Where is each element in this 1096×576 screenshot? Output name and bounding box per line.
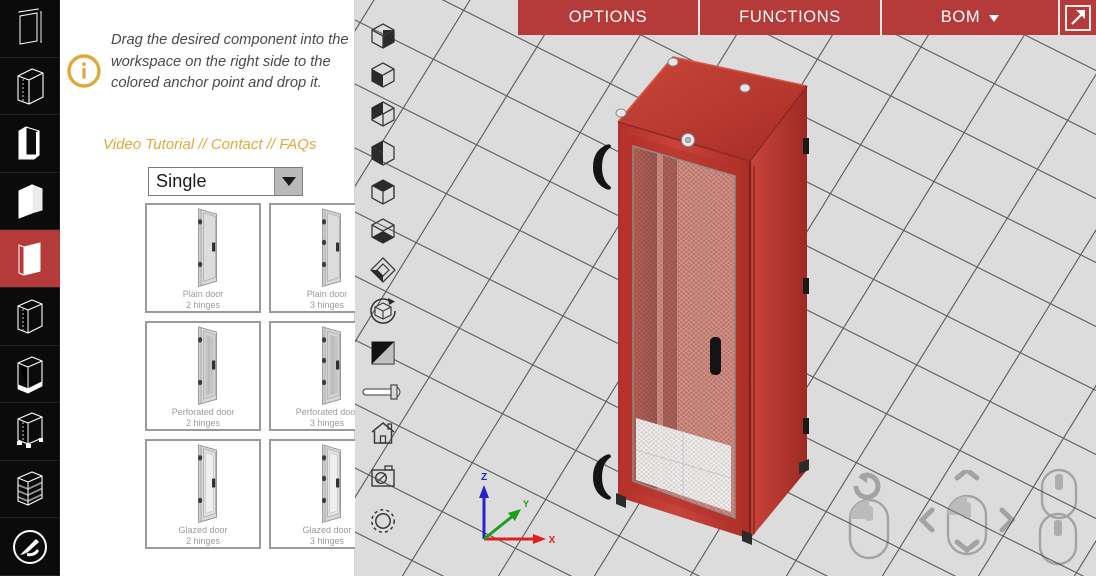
enclosure-body-icon <box>12 65 48 107</box>
rail-item-base-plinth[interactable] <box>0 346 60 404</box>
screenshot-camera-icon[interactable] <box>360 455 406 499</box>
door-variant-select-value: Single <box>156 171 207 191</box>
functions-button[interactable]: FUNCTIONS <box>700 0 882 35</box>
component-subtitle: 2 hinges <box>185 418 221 428</box>
rail-item-side-panel[interactable] <box>0 173 60 231</box>
component-card[interactable]: Plain door 2 hinges <box>145 203 261 313</box>
component-category-rail <box>0 0 60 576</box>
help-links: Video Tutorial // Contact // FAQs <box>103 136 316 153</box>
view-rear-left-cube-icon[interactable] <box>360 94 406 133</box>
rail-item-rear-panel[interactable] <box>0 288 60 346</box>
rail-item-dimensions-frame[interactable] <box>0 0 60 58</box>
options-button[interactable]: OPTIONS <box>518 0 700 35</box>
component-thumbnail-plain-2-hinge-icon <box>147 205 259 289</box>
link-separator-2: // <box>262 136 280 153</box>
rail-item-door[interactable] <box>0 230 60 288</box>
bom-button[interactable]: BOM <box>882 0 1060 35</box>
axis-label-x: X <box>549 535 556 546</box>
viewport-toolbar <box>360 16 406 543</box>
view-left-cube-icon[interactable] <box>360 133 406 172</box>
configurator-app: Drag the desired component into the work… <box>0 0 1096 576</box>
transparency-slider-icon[interactable] <box>360 372 406 411</box>
shelves-icon <box>12 468 48 510</box>
component-title: Perforated door <box>171 407 235 417</box>
view-front-right-cube-icon[interactable] <box>360 55 406 94</box>
finish-paint-icon <box>10 527 50 567</box>
mouse-pan-icon <box>918 470 1016 556</box>
component-thumbnail-perforated-2-hinge-icon <box>147 323 259 407</box>
base-plinth-icon <box>12 353 48 395</box>
open-frame-icon <box>12 122 48 164</box>
view-isometric-diamond-icon[interactable] <box>360 250 406 289</box>
rail-item-shelves[interactable] <box>0 461 60 519</box>
axis-label-y: Y <box>523 499 529 509</box>
rail-item-feet[interactable] <box>0 403 60 461</box>
component-title: Plain door <box>182 289 224 299</box>
rail-item-open-frame[interactable] <box>0 115 60 173</box>
expand-fullscreen-icon <box>1065 4 1091 31</box>
expand-fullscreen-button[interactable] <box>1060 0 1096 35</box>
settings-gear-icon[interactable] <box>360 499 406 543</box>
info-banner: Drag the desired component into the work… <box>65 30 355 95</box>
rear-panel-icon <box>12 295 48 337</box>
component-card[interactable]: Perforated door 2 hinges <box>145 321 261 431</box>
component-title: Glazed door <box>178 525 228 535</box>
feet-icon <box>12 410 48 452</box>
mouse-rotate-icon <box>848 472 890 560</box>
mouse-zoom-icon <box>1038 468 1078 566</box>
faqs-link[interactable]: FAQs <box>279 136 316 153</box>
component-card-caption: Glazed door 2 hinges <box>147 525 259 552</box>
view-top-cube-icon[interactable] <box>360 172 406 211</box>
rail-item-enclosure-body[interactable] <box>0 58 60 116</box>
video-tutorial-link[interactable]: Video Tutorial <box>103 136 194 153</box>
bom-label: BOM <box>940 8 981 26</box>
door-variant-select[interactable]: Single <box>148 167 303 196</box>
axis-gizmo: Z X Y <box>479 472 556 546</box>
component-thumbnail-glazed-2-hinge-icon <box>147 441 259 525</box>
component-subtitle: 2 hinges <box>185 300 221 310</box>
component-thumbnail-grid: Plain door 2 hinges Plain door 3 hinges Perf… <box>145 203 385 549</box>
component-panel: Drag the desired component into the work… <box>60 0 385 576</box>
dimensions-frame-icon <box>13 8 47 48</box>
component-subtitle: 2 hinges <box>185 536 221 546</box>
home-view-icon[interactable] <box>360 411 406 455</box>
component-card-caption: Plain door 2 hinges <box>147 289 259 316</box>
door-icon <box>12 238 48 280</box>
info-icon <box>65 52 103 95</box>
contact-link[interactable]: Contact <box>211 136 263 153</box>
3d-workspace[interactable]: Z X Y OPTIONS FUNCTIONS BOM <box>355 0 1096 576</box>
rotate-view-icon[interactable] <box>360 289 406 333</box>
component-card-caption: Perforated door 2 hinges <box>147 407 259 434</box>
chevron-down-icon <box>989 15 1000 22</box>
component-card[interactable]: Glazed door 2 hinges <box>145 439 261 549</box>
rail-item-finish-paint[interactable] <box>0 518 60 576</box>
view-front-left-cube-icon[interactable] <box>360 16 406 55</box>
axis-label-z: Z <box>481 472 487 483</box>
chevron-down-icon[interactable] <box>274 168 302 195</box>
link-separator-1: // <box>194 136 211 153</box>
shading-mode-icon[interactable] <box>360 333 406 372</box>
view-bottom-cube-icon[interactable] <box>360 211 406 250</box>
navigation-hints <box>834 468 1088 568</box>
top-menu-bar: OPTIONS FUNCTIONS BOM <box>518 0 1096 35</box>
info-text: Drag the desired component into the work… <box>111 32 349 91</box>
side-panel-icon <box>12 180 48 222</box>
